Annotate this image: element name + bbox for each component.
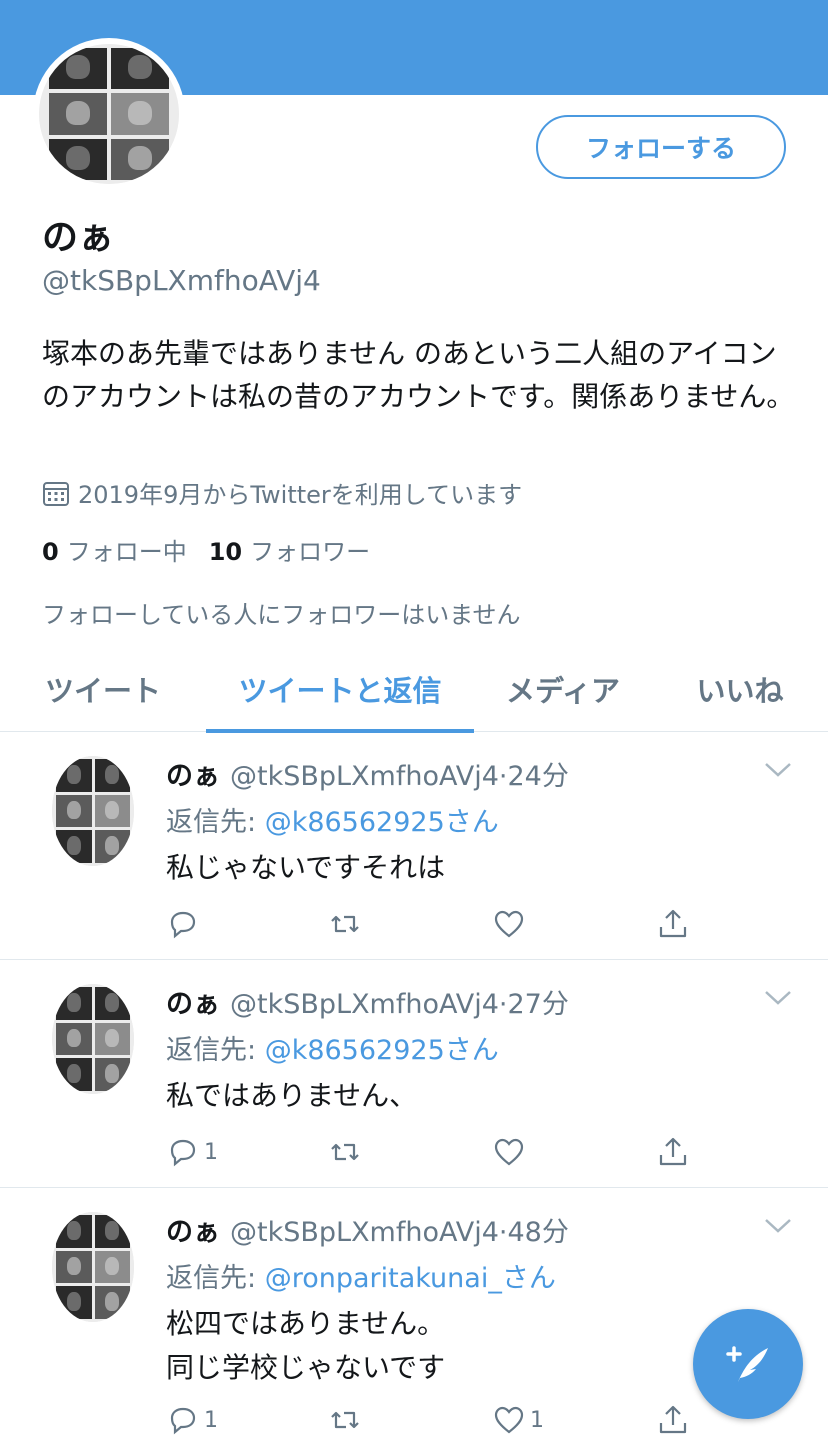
tweet-author-name: のぁ [166, 989, 220, 1020]
tweet-item[interactable]: のぁ @tkSBpLXmfhoAVj4·27分 返信先: @k86562925さん… [0, 960, 828, 1188]
followers-link[interactable]: 10 フォロワー [209, 532, 370, 567]
tab-tweets-and-replies[interactable]: ツイートと返信 [206, 646, 474, 733]
chevron-down-icon[interactable] [764, 990, 792, 1006]
profile-avatar[interactable] [33, 38, 185, 190]
following-link[interactable]: 0 フォロー中 [42, 532, 187, 567]
retweet-button[interactable] [328, 1132, 362, 1172]
avatar[interactable] [52, 1212, 134, 1322]
tweet-time: 27分 [507, 989, 569, 1020]
reply-button[interactable] [166, 904, 204, 944]
follow-button[interactable]: フォローする [536, 115, 786, 179]
like-count: 1 [530, 1407, 544, 1433]
retweet-button[interactable] [328, 1400, 362, 1439]
profile-stats: 0 フォロー中 10 フォロワー [42, 532, 370, 567]
profile-bio: 塚本のあ先輩ではありません のあという二人組のアイコンのアカウントは私の昔のアカ… [42, 337, 795, 413]
share-button[interactable] [656, 1400, 690, 1439]
profile-tabs: ツイート ツイートと返信 メディア いいね [0, 646, 828, 733]
tweet-text: 私ではありません、 [166, 1079, 418, 1112]
tweet-actions: 1 1 [166, 1400, 706, 1439]
tweet-author-handle: @tkSBpLXmfhoAVj4 [230, 761, 499, 792]
retweet-icon [331, 1143, 359, 1161]
tweet-text: 松四ではありません。 同じ学校じゃないです [166, 1307, 446, 1384]
heart-icon [494, 910, 524, 938]
tab-likes[interactable]: いいね [652, 646, 828, 732]
tweet-header: のぁ @tkSBpLXmfhoAVj4·27分 [166, 989, 569, 1020]
tweet-item[interactable]: のぁ @tkSBpLXmfhoAVj4·48分 返信先: @ronparitaku… [0, 1188, 828, 1439]
joined-text: 2019年9月からTwitterを利用しています [78, 481, 523, 509]
tweet-author-name: のぁ [166, 761, 220, 792]
tab-media[interactable]: メディア [474, 646, 652, 732]
reply-to-link[interactable]: @k86562925さん [265, 807, 499, 838]
retweet-icon [331, 1411, 359, 1429]
tweet-reply-context: 返信先: @k86562925さん [166, 807, 499, 838]
tweet-author-handle: @tkSBpLXmfhoAVj4 [230, 989, 499, 1020]
tweet-reply-context: 返信先: @ronparitakunai_さん [166, 1263, 556, 1294]
reply-to-link[interactable]: @ronparitakunai_さん [265, 1263, 556, 1294]
avatar[interactable] [52, 756, 134, 866]
compose-tweet-button[interactable] [693, 1309, 803, 1419]
tweet-text: 私じゃないですそれは [166, 851, 446, 884]
tweet-time: 48分 [507, 1217, 569, 1248]
share-icon [659, 1137, 687, 1166]
chevron-down-icon[interactable] [764, 1218, 792, 1234]
share-icon [659, 909, 687, 938]
tweet-author-name: のぁ [166, 1217, 220, 1248]
reply-button[interactable]: 1 [166, 1400, 218, 1439]
reply-icon [170, 1407, 196, 1435]
like-button[interactable]: 1 [492, 1400, 544, 1439]
share-button[interactable] [656, 1132, 690, 1172]
avatar[interactable] [52, 984, 134, 1094]
heart-icon [494, 1138, 524, 1166]
tweet-header: のぁ @tkSBpLXmfhoAVj4·24分 [166, 761, 569, 792]
profile-joined-date: 2019年9月からTwitterを利用しています [42, 475, 522, 510]
reply-icon [170, 1139, 196, 1167]
profile-handle: @tkSBpLXmfhoAVj4 [42, 264, 321, 297]
tweet-time: 24分 [507, 761, 569, 792]
tweet-reply-context: 返信先: @k86562925さん [166, 1035, 499, 1066]
tweet-item[interactable]: のぁ @tkSBpLXmfhoAVj4·24分 返信先: @k86562925さん… [0, 732, 828, 960]
tab-tweets[interactable]: ツイート [0, 646, 206, 732]
reply-button[interactable]: 1 [166, 1132, 218, 1172]
tweet-author-handle: @tkSBpLXmfhoAVj4 [230, 1217, 499, 1248]
retweet-icon [331, 915, 359, 933]
calendar-icon [43, 481, 69, 506]
like-button[interactable] [492, 904, 530, 944]
tweet-actions [166, 904, 706, 944]
reply-icon [170, 911, 196, 939]
tweet-actions: 1 [166, 1132, 706, 1172]
chevron-down-icon[interactable] [764, 762, 792, 778]
profile-display-name: のぁ [42, 217, 115, 258]
share-button[interactable] [656, 904, 690, 944]
reply-to-link[interactable]: @k86562925さん [265, 1035, 499, 1066]
tweet-header: のぁ @tkSBpLXmfhoAVj4·48分 [166, 1217, 569, 1248]
heart-icon [494, 1406, 524, 1434]
reply-count: 1 [204, 1407, 218, 1433]
retweet-button[interactable] [328, 904, 362, 944]
share-icon [659, 1405, 687, 1434]
compose-tweet-icon [726, 1346, 768, 1382]
followers-you-know: フォローしている人にフォロワーはいません [42, 601, 521, 629]
reply-count: 1 [204, 1139, 218, 1165]
like-button[interactable] [492, 1132, 530, 1172]
